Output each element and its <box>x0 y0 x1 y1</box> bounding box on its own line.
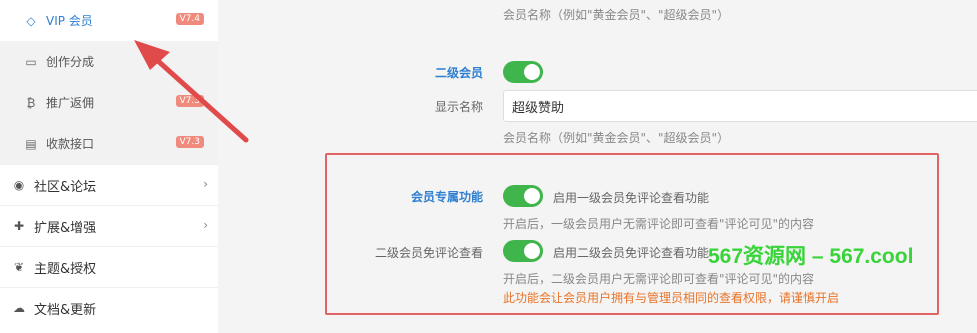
watermark-text: 567资源网 – 567.cool <box>708 245 914 268</box>
sidebar-item-label: 推广返佣 <box>46 96 95 110</box>
level2-free-view-toggle[interactable] <box>503 240 543 262</box>
display-name-label: 显示名称 <box>434 100 483 114</box>
member-name-hint: 会员名称（例如"黄金会员"、"超级会员"） <box>503 131 730 145</box>
sidebar-item-label: 收款接口 <box>46 137 95 151</box>
sidebar-item-community[interactable]: ◉ 社区&论坛 › <box>0 164 218 205</box>
level1-free-view-toggle[interactable] <box>503 185 543 207</box>
sidebar-item-label: 主题&授权 <box>34 261 97 277</box>
version-badge: V7.4 <box>175 13 204 25</box>
leaf-icon: ❦ <box>13 260 25 274</box>
puzzle-icon: ✚ <box>13 219 25 233</box>
chevron-right-icon: › <box>203 218 208 232</box>
bitcoin-icon: ₿ <box>26 95 36 110</box>
inbox-icon: ▭ <box>25 54 37 69</box>
chevron-right-icon: › <box>203 177 208 191</box>
warning-text: 此功能会让会员用户拥有与管理员相同的查看权限，请谨慎开启 <box>503 291 840 305</box>
sidebar-item-label: 社区&论坛 <box>34 179 97 195</box>
level2-free-view-label: 二级会员免评论查看 <box>374 246 483 260</box>
level2-toggle-hint: 开启后，二级会员用户无需评论即可查看"评论可见"的内容 <box>503 272 815 286</box>
sidebar-item-label: 文档&更新 <box>34 302 97 318</box>
sidebar-item-theme[interactable]: ❦ 主题&授权 <box>0 246 218 287</box>
version-badge: V7.3 <box>175 136 204 148</box>
level2-member-toggle[interactable] <box>503 61 543 83</box>
sidebar: ◇ VIP 会员 V7.4 ▭ 创作分成 ₿ 推广返佣 V7.3 ▤ 收款接口 … <box>0 0 218 333</box>
sidebar-item-label: 扩展&增强 <box>34 220 97 236</box>
sidebar-item-label: VIP 会员 <box>46 14 93 28</box>
sidebar-item-docs[interactable]: ☁ 文档&更新 <box>0 287 218 328</box>
cloud-icon: ☁ <box>13 301 25 315</box>
sidebar-item-payment[interactable]: ▤ 收款接口 V7.3 <box>0 123 218 164</box>
level2-toggle-text: 启用二级会员免评论查看功能 <box>553 246 710 260</box>
gem-icon: ◇ <box>26 13 36 28</box>
member-name-hint: 会员名称（例如"黄金会员"、"超级会员"） <box>503 8 730 22</box>
settings-panel: 会员名称（例如"黄金会员"、"超级会员"） 二级会员 显示名称 会员名称（例如"… <box>218 0 977 333</box>
vip-submenu: ◇ VIP 会员 V7.4 ▭ 创作分成 ₿ 推广返佣 V7.3 ▤ 收款接口 … <box>0 0 218 164</box>
level2-member-label: 二级会员 <box>434 66 483 80</box>
sidebar-item-extensions[interactable]: ✚ 扩展&增强 › <box>0 205 218 246</box>
compass-icon: ◉ <box>13 178 25 192</box>
sidebar-item-label: 创作分成 <box>46 55 95 69</box>
level1-toggle-hint: 开启后，一级会员用户无需评论即可查看"评论可见"的内容 <box>503 217 815 231</box>
sidebar-item-referral[interactable]: ₿ 推广返佣 V7.3 <box>0 82 218 123</box>
member-exclusive-label: 会员专属功能 <box>410 190 483 204</box>
display-name-input[interactable] <box>503 90 977 122</box>
sidebar-item-vip[interactable]: ◇ VIP 会员 V7.4 <box>0 0 218 41</box>
card-icon: ▤ <box>25 136 37 151</box>
level1-toggle-text: 启用一级会员免评论查看功能 <box>553 191 710 205</box>
sidebar-item-creator-share[interactable]: ▭ 创作分成 <box>0 41 218 82</box>
version-badge: V7.3 <box>175 95 204 107</box>
